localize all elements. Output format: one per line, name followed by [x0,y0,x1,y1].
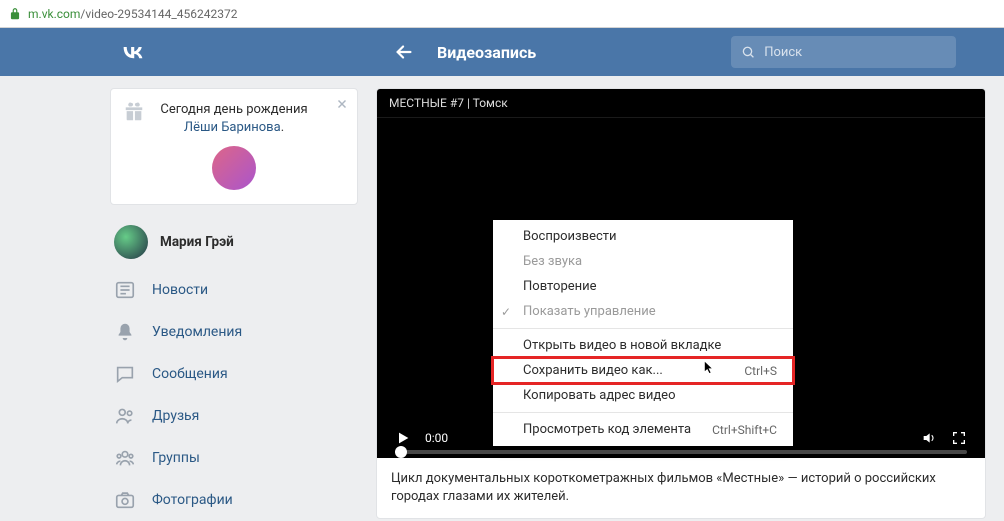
ctx-mute: Без звука [493,249,793,274]
nav-friends[interactable]: Друзья [110,395,358,437]
fullscreen-icon[interactable] [951,430,967,446]
search-icon [741,44,755,60]
sidebar-nav: Новости Уведомления Сообщения Друзья Гру… [110,269,358,521]
groups-icon [114,447,136,469]
back-arrow-icon[interactable] [393,41,415,63]
birthday-avatar[interactable] [212,146,256,190]
volume-icon[interactable] [921,430,937,446]
profile-name: Мария Грэй [160,234,234,250]
gift-icon [123,101,145,123]
nav-notifications[interactable]: Уведомления [110,311,358,353]
url-domain: m.vk.com [28,7,80,21]
page-title: Видеозапись [437,43,536,62]
browser-address-bar[interactable]: m.vk.com/video-29534144_456242372 [0,0,1004,28]
search-box[interactable] [731,36,956,68]
ctx-show-controls: ✓Показать управление [493,299,793,324]
message-icon [114,363,136,385]
player-controls: 0:00 [377,430,985,446]
birthday-line1: Сегодня день рождения [160,102,307,117]
nav-notifications-label: Уведомления [152,324,242,340]
ctx-open-new-tab[interactable]: Открыть видео в новой вкладке [493,333,793,358]
profile-avatar [114,225,148,259]
video-description: Цикл документальных короткометражных фил… [377,458,985,518]
lock-icon [8,7,22,21]
nav-friends-label: Друзья [152,408,199,424]
ctx-copy-address[interactable]: Копировать адрес видео [493,383,793,408]
check-icon: ✓ [501,305,511,319]
nav-news-label: Новости [152,282,208,298]
progress-bar[interactable] [395,450,967,454]
search-input[interactable] [764,45,946,60]
menu-separator [493,412,793,413]
nav-photos[interactable]: Фотографии [110,479,358,521]
ctx-save-as[interactable]: Сохранить видео как... Ctrl+S [493,358,793,383]
video-card: МЕСТНЫЕ #7 | Томск Воспроизвести Без зву… [376,88,986,519]
play-icon[interactable] [395,430,411,446]
nav-news[interactable]: Новости [110,269,358,311]
bell-icon [114,321,136,343]
ctx-play[interactable]: Воспроизвести [493,224,793,249]
profile-row[interactable]: Мария Грэй [110,219,358,269]
birthday-period: . [281,120,284,135]
menu-separator [493,328,793,329]
video-title: МЕСТНЫЕ #7 | Томск [377,89,985,118]
vk-logo-icon[interactable] [118,37,148,67]
ctx-loop[interactable]: Повторение [493,274,793,299]
news-icon [114,279,136,301]
nav-messages[interactable]: Сообщения [110,353,358,395]
current-time: 0:00 [425,431,448,445]
nav-groups-label: Группы [152,450,200,466]
context-menu: Воспроизвести Без звука Повторение ✓Пока… [493,220,793,446]
nav-photos-label: Фотографии [152,492,233,508]
nav-groups[interactable]: Группы [110,437,358,479]
nav-messages-label: Сообщения [152,366,228,382]
friends-icon [114,405,136,427]
video-player[interactable]: Воспроизвести Без звука Повторение ✓Пока… [377,118,985,458]
vk-header: Видеозапись [0,28,1004,76]
camera-icon [114,489,136,511]
url-path: /video-29534144_456242372 [80,7,237,21]
birthday-card: Сегодня день рождения Лёши Баринова. [110,88,358,205]
birthday-person-link[interactable]: Лёши Баринова [184,120,281,135]
cursor-icon [703,360,717,376]
close-icon[interactable] [335,97,349,111]
